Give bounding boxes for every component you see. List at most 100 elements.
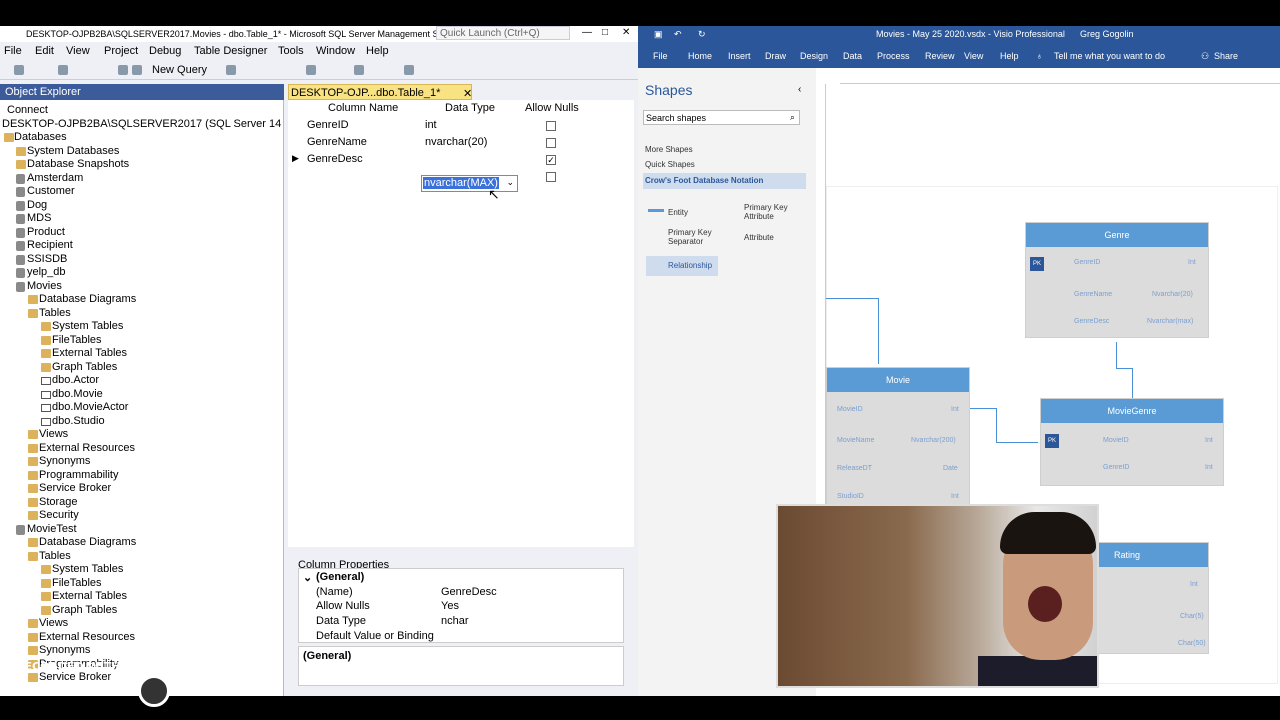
save-icon[interactable]: ▣ xyxy=(654,29,663,40)
ssms-title-bar: DESKTOP-OJPB2BA\SQLSERVER2017.Movies - d… xyxy=(0,26,638,42)
tab-draw[interactable]: Draw xyxy=(765,51,786,61)
tab-process[interactable]: Process xyxy=(877,51,910,61)
minimize-icon[interactable]: — xyxy=(582,27,592,38)
property-row[interactable]: Default Value or Binding xyxy=(299,629,619,644)
entity-shape-icon xyxy=(648,209,664,212)
search-icon[interactable]: ⌕ xyxy=(790,112,795,123)
expand-icon[interactable]: ⌄ xyxy=(303,571,312,584)
ssms-toolbar: New Query xyxy=(0,60,638,80)
folder-icon xyxy=(28,646,38,655)
menu-view[interactable]: View xyxy=(66,45,90,57)
new-query-button[interactable]: New Query xyxy=(152,64,207,76)
entity-moviegenre[interactable]: MovieGenre PK MovieID Int GenreID Int xyxy=(1040,398,1224,486)
tab-design[interactable]: Design xyxy=(800,51,828,61)
data-type-cell[interactable]: int xyxy=(425,119,437,131)
shape-relationship[interactable]: Relationship xyxy=(668,261,712,270)
maximize-icon[interactable]: □ xyxy=(602,27,608,38)
ssms-menu-bar: File Edit View Project Debug Table Desig… xyxy=(0,42,638,60)
relationship-line[interactable] xyxy=(970,408,996,409)
quick-shapes-link[interactable]: Quick Shapes xyxy=(645,160,695,169)
table-row[interactable]: GenreID int xyxy=(288,118,634,135)
search-shapes-input[interactable]: Search shapes xyxy=(643,110,800,125)
redo-icon[interactable]: ↻ xyxy=(698,29,706,40)
entity-movie[interactable]: Movie MovieID Int MovieName Nvarchar(200… xyxy=(826,367,970,507)
tab-view[interactable]: View xyxy=(964,51,983,61)
menu-tools[interactable]: Tools xyxy=(278,45,304,57)
shape-entity[interactable]: Entity xyxy=(668,208,688,217)
column-name-cell[interactable]: GenreName xyxy=(307,136,367,148)
entity-title: Genre xyxy=(1026,223,1208,247)
allow-nulls-checkbox[interactable] xyxy=(546,121,556,131)
tab-home[interactable]: Home xyxy=(688,51,712,61)
properties-icon[interactable] xyxy=(404,65,414,75)
data-type-dropdown[interactable]: nvarchar(MAX) ⌄ xyxy=(421,175,518,192)
folder-icon xyxy=(28,444,38,453)
save-icon[interactable] xyxy=(118,65,128,75)
relationship-line[interactable] xyxy=(996,408,997,442)
collapse-pane-icon[interactable]: ‹ xyxy=(798,84,801,95)
new-project-icon[interactable] xyxy=(58,65,68,75)
webcam-overlay xyxy=(776,504,1099,688)
row-selector-icon: ▶ xyxy=(292,153,299,163)
property-row[interactable]: Data Type nchar xyxy=(299,614,619,629)
ssms-window-title: DESKTOP-OJPB2BA\SQLSERVER2017.Movies - d… xyxy=(26,29,459,39)
menu-window[interactable]: Window xyxy=(316,45,355,57)
menu-edit[interactable]: Edit xyxy=(35,45,54,57)
tab-table-designer[interactable]: DESKTOP-OJP...dbo.Table_1* ✕ xyxy=(288,84,472,100)
ssms-window: DESKTOP-OJPB2BA\SQLSERVER2017.Movies - d… xyxy=(0,26,638,696)
query-icon[interactable] xyxy=(226,65,236,75)
column-name-cell[interactable]: GenreID xyxy=(307,119,349,131)
menu-table-designer[interactable]: Table Designer xyxy=(194,45,267,57)
menu-debug[interactable]: Debug xyxy=(149,45,181,57)
tab-file[interactable]: File xyxy=(653,51,668,61)
object-explorer-toolbar: Connect xyxy=(0,102,284,118)
menu-help[interactable]: Help xyxy=(366,45,389,57)
relationship-line[interactable] xyxy=(878,298,879,364)
object-explorer-panel: Object Explorer Connect DESKTOP-OJPB2BA\… xyxy=(0,84,284,696)
relationship-line[interactable] xyxy=(1116,368,1132,369)
horizontal-ruler xyxy=(840,76,1280,84)
undo-icon[interactable] xyxy=(354,65,364,75)
tab-help[interactable]: Help xyxy=(1000,51,1019,61)
shape-attribute[interactable]: Attribute xyxy=(744,233,774,242)
shape-pk-attribute[interactable]: Primary Key Attribute xyxy=(744,203,804,221)
back-icon[interactable] xyxy=(14,65,24,75)
entity-genre[interactable]: Genre PK GenreID Int GenreName Nvarchar(… xyxy=(1025,222,1209,338)
chevron-down-icon[interactable]: ⌄ xyxy=(506,177,514,188)
column-name-cell[interactable]: GenreDesc xyxy=(307,153,363,165)
stencil-crows-foot[interactable]: Crow's Foot Database Notation xyxy=(643,173,806,189)
table-row[interactable]: GenreName nvarchar(20) xyxy=(288,135,634,152)
share-button[interactable]: Share xyxy=(1214,51,1238,61)
property-row[interactable]: (Name) GenreDesc xyxy=(299,585,619,600)
folder-icon xyxy=(28,619,38,628)
more-shapes-link[interactable]: More Shapes xyxy=(645,145,693,154)
allow-nulls-checkbox[interactable]: ✓ xyxy=(546,155,556,165)
property-section[interactable]: ⌄ (General) xyxy=(299,570,619,585)
relationship-line[interactable] xyxy=(1132,368,1133,398)
watermark-line1: RECORDED WITH xyxy=(16,660,121,673)
tab-insert[interactable]: Insert xyxy=(728,51,751,61)
quick-launch-input[interactable]: Quick Launch (Ctrl+Q) xyxy=(436,26,570,40)
allow-nulls-checkbox[interactable] xyxy=(546,172,556,182)
relationship-line[interactable] xyxy=(1116,342,1117,368)
shape-pk-separator[interactable]: Primary Key Separator xyxy=(668,228,728,246)
relationship-line[interactable] xyxy=(826,298,878,299)
tab-review[interactable]: Review xyxy=(925,51,955,61)
tell-me-input[interactable]: Tell me what you want to do xyxy=(1054,51,1165,61)
property-row[interactable]: Allow Nulls Yes xyxy=(299,599,619,614)
entity-title: MovieGenre xyxy=(1041,399,1223,423)
allow-nulls-checkbox[interactable] xyxy=(546,138,556,148)
data-type-cell[interactable]: nvarchar(20) xyxy=(425,136,487,148)
relationship-line[interactable] xyxy=(996,442,1038,443)
undo-icon[interactable]: ↶ xyxy=(674,29,682,40)
tab-data[interactable]: Data xyxy=(843,51,862,61)
cut-icon[interactable] xyxy=(306,65,316,75)
folder-icon xyxy=(4,133,14,142)
save-all-icon[interactable] xyxy=(132,65,142,75)
close-icon[interactable]: ✕ xyxy=(622,27,630,38)
close-tab-icon[interactable]: ✕ xyxy=(463,87,472,100)
menu-file[interactable]: File xyxy=(4,45,22,57)
table-row[interactable]: ▶ GenreDesc ✓ xyxy=(288,152,634,169)
menu-project[interactable]: Project xyxy=(104,45,138,57)
connect-button[interactable]: Connect xyxy=(7,104,48,116)
